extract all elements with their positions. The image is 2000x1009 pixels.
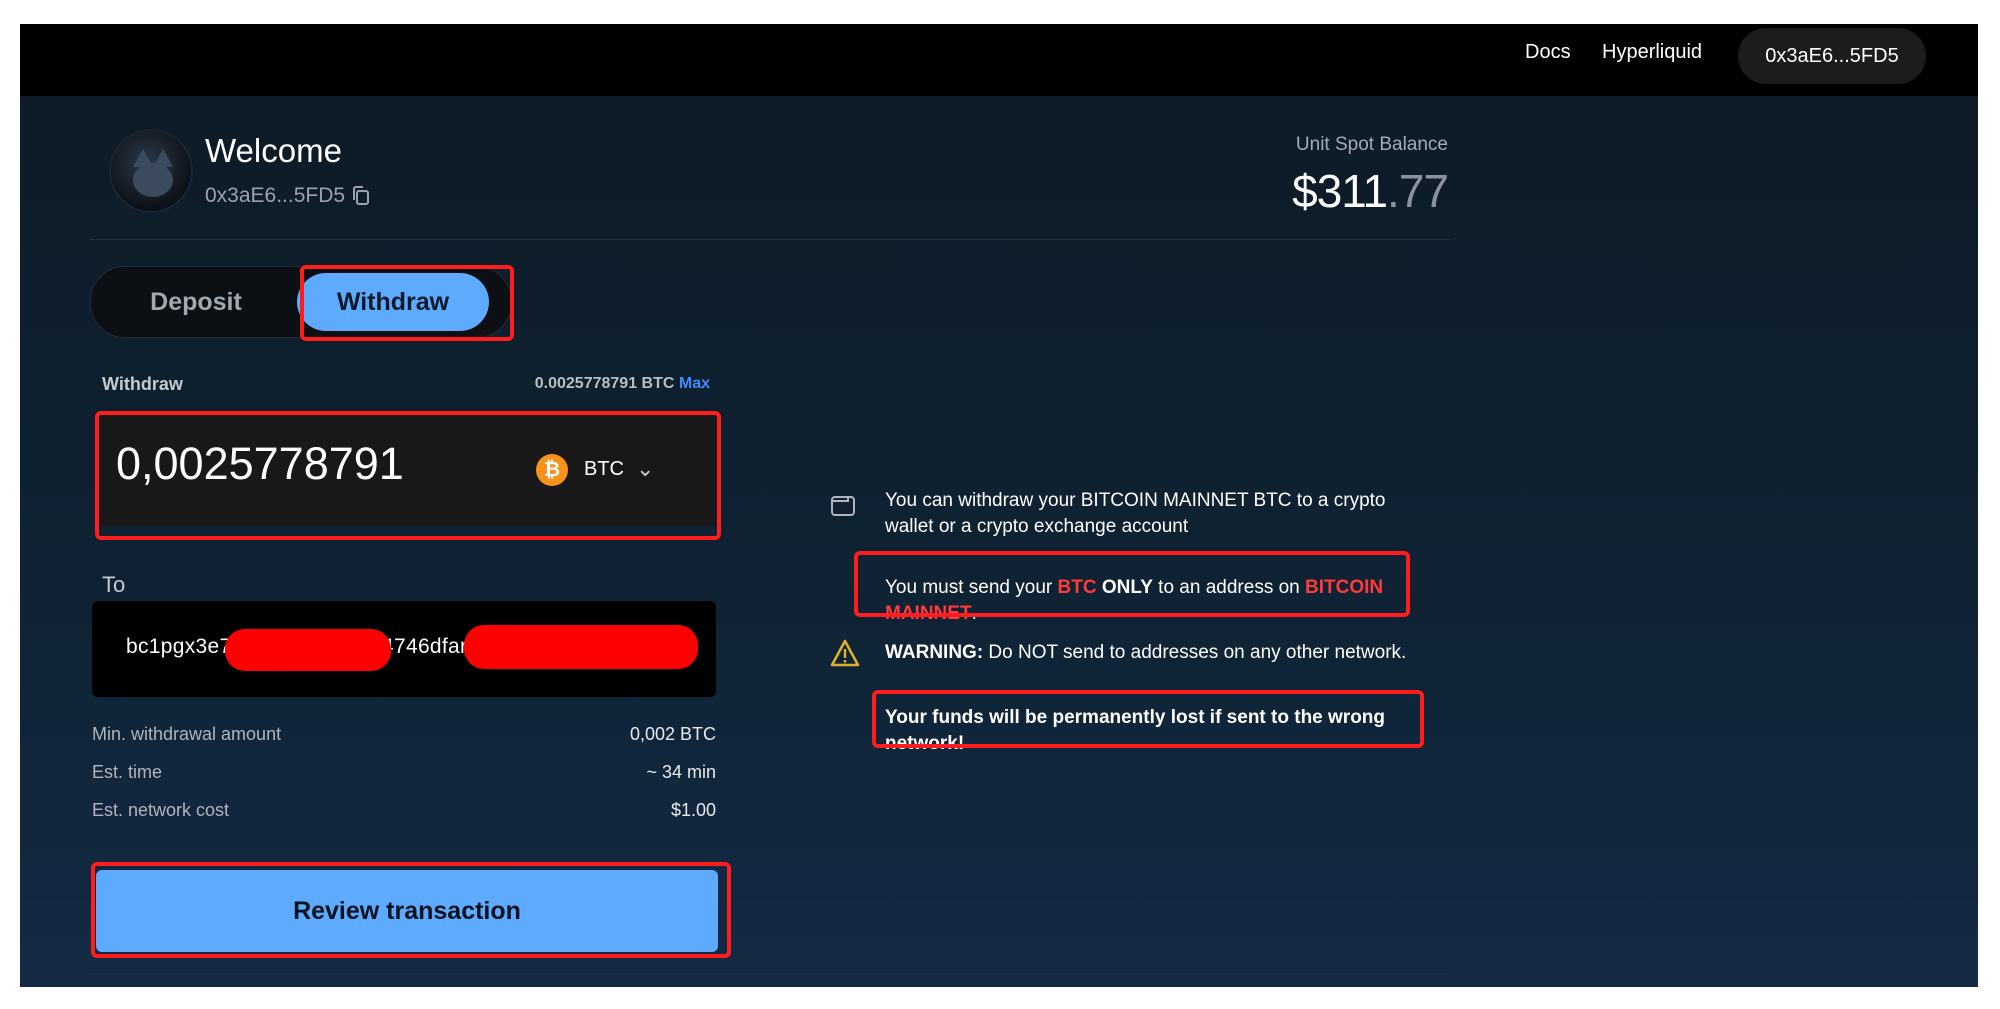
footer-divider [90, 974, 1450, 975]
max-button[interactable]: Max [679, 375, 710, 392]
wallet-icon [831, 496, 855, 516]
highlight-box-review [91, 862, 731, 958]
header-divider [90, 239, 1450, 240]
est-time-row: Est. time ~ 34 min [92, 762, 716, 782]
withdraw-info-text: You can withdraw your BITCOIN MAINNET BT… [885, 490, 1386, 537]
address-part-2: 4746dfar [382, 635, 468, 658]
docs-link[interactable]: Docs [1525, 41, 1571, 64]
wallet-address-button[interactable]: 0x3aE6...5FD5 [1738, 28, 1926, 84]
profile-address: 0x3aE6...5FD5 [205, 184, 371, 208]
copy-icon[interactable] [351, 185, 371, 207]
avatar [109, 129, 193, 213]
welcome-title: Welcome [205, 132, 342, 169]
redaction-mark [225, 629, 391, 671]
address-part-1: bc1pgx3e7 [126, 635, 232, 658]
withdraw-label: Withdraw [102, 374, 183, 394]
highlight-box-funds-lost [872, 690, 1424, 748]
balance-label: Unit Spot Balance [1295, 134, 1448, 155]
hyperliquid-link[interactable]: Hyperliquid [1602, 41, 1702, 64]
min-withdrawal-row: Min. withdrawal amount 0,002 BTC [92, 724, 716, 744]
to-label: To [102, 572, 126, 597]
network-cost-row: Est. network cost $1.00 [92, 800, 716, 820]
tab-deposit[interactable]: Deposit [91, 267, 301, 337]
redaction-mark [464, 625, 698, 669]
highlight-box-network [854, 551, 1410, 617]
address-text: 0x3aE6...5FD5 [205, 184, 346, 207]
warning-text: WARNING: Do NOT send to addresses on any… [885, 642, 1407, 663]
balance-value: $311.77 [1292, 165, 1449, 217]
highlight-box-withdraw-tab [300, 265, 514, 341]
top-bar: Docs Hyperliquid 0x3aE6...5FD5 [20, 24, 1978, 96]
highlight-box-amount [95, 411, 721, 540]
app-window: Docs Hyperliquid 0x3aE6...5FD5 Welcome 0… [20, 24, 1978, 987]
warning-icon [830, 639, 860, 667]
destination-address-input[interactable]: bc1pgx3e7 4746dfar [92, 601, 716, 697]
available-balance: 0.0025778791 BTC Max [534, 375, 710, 392]
